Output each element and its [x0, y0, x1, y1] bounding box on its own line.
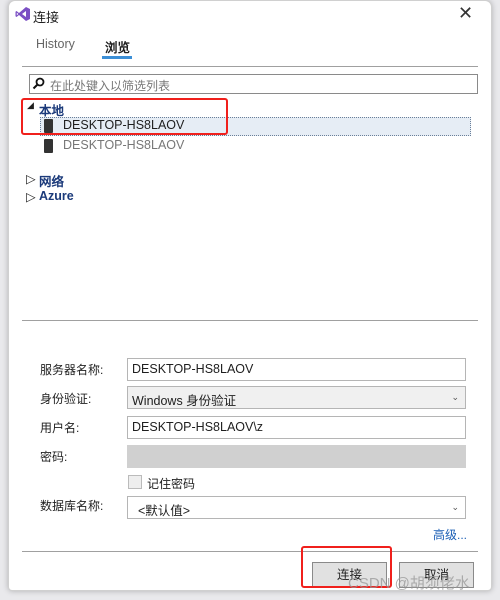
divider: [22, 320, 478, 321]
tree-node-network[interactable]: 网络: [39, 171, 64, 190]
close-icon[interactable]: ✕: [458, 3, 473, 24]
tab-history[interactable]: History: [36, 37, 75, 51]
chevron-down-icon: ⌄: [451, 392, 459, 402]
server-icon: [44, 139, 53, 153]
server-name-label: 服务器名称:: [40, 363, 104, 377]
collapsed-triangle-icon[interactable]: ▷: [26, 189, 36, 204]
dialog-title: 连接: [33, 10, 60, 25]
advanced-link[interactable]: 高级...: [433, 526, 467, 543]
username-input[interactable]: DESKTOP-HS8LAOV\z: [127, 416, 466, 439]
tree-node-azure[interactable]: Azure: [39, 189, 74, 203]
username-label: 用户名:: [40, 421, 80, 435]
remember-password-label: 记住密码: [147, 477, 196, 491]
database-value: <默认值>: [138, 504, 191, 518]
database-label: 数据库名称:: [40, 499, 104, 513]
active-tab-indicator: [102, 56, 132, 59]
password-label: 密码:: [40, 450, 68, 464]
database-select[interactable]: <默认值> ⌄: [127, 496, 466, 519]
auth-label: 身份验证:: [40, 392, 92, 406]
chevron-down-icon: ⌄: [451, 502, 459, 512]
collapsed-triangle-icon[interactable]: ▷: [26, 171, 36, 186]
server-name-input[interactable]: DESKTOP-HS8LAOV: [127, 358, 466, 381]
filter-search-input[interactable]: 在此处键入以筛选列表: [29, 74, 478, 94]
tab-browse[interactable]: 浏览: [105, 37, 130, 56]
divider: [22, 551, 478, 552]
highlight-annotation: [21, 98, 228, 135]
password-input: [127, 445, 466, 468]
watermark: CSDN @胡须佬水: [348, 575, 470, 592]
auth-select[interactable]: Windows 身份验证 ⌄: [127, 386, 466, 409]
search-icon: [32, 77, 45, 90]
visual-studio-logo: [15, 7, 30, 21]
remember-password-checkbox[interactable]: [128, 475, 142, 489]
divider: [22, 66, 478, 67]
tree-item-label[interactable]: DESKTOP-HS8LAOV: [63, 138, 184, 152]
auth-value: Windows 身份验证: [132, 394, 237, 408]
